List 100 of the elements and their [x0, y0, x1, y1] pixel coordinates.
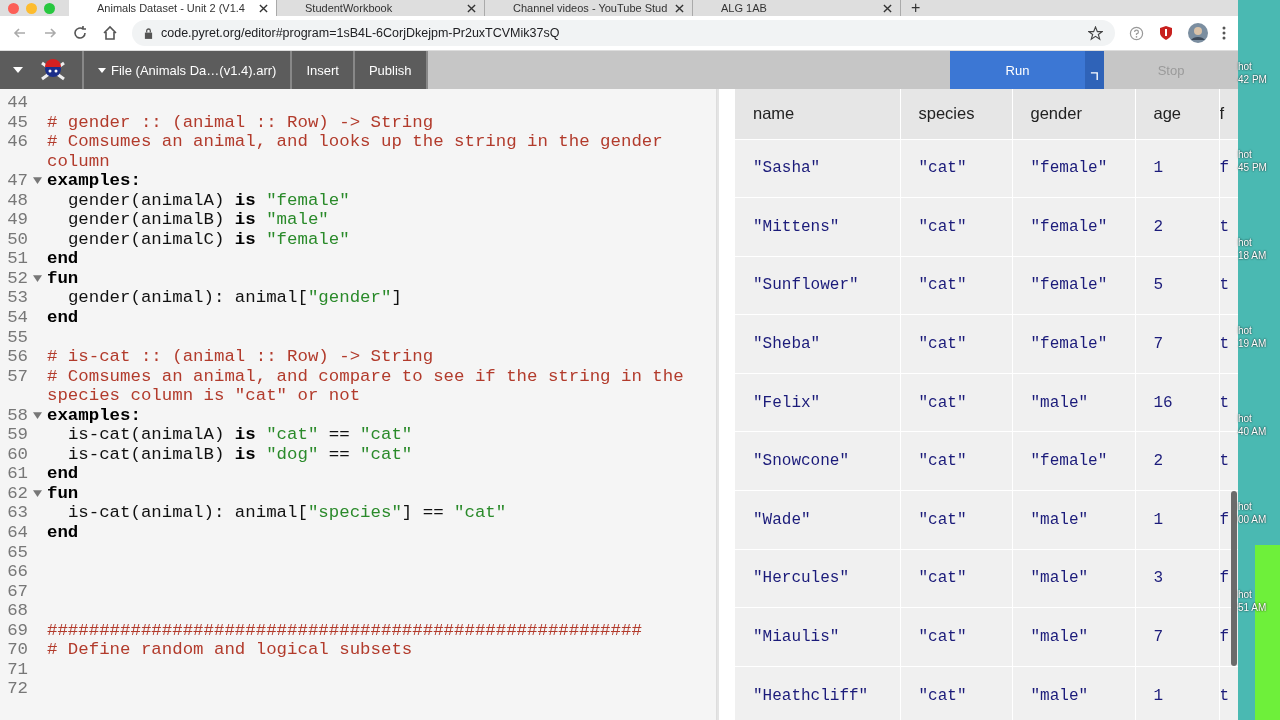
scrollbar-thumb[interactable] [1231, 491, 1237, 666]
avatar-icon[interactable] [1188, 23, 1208, 43]
table-cell: "male" [1012, 607, 1135, 667]
line-number: 63 [6, 503, 28, 524]
caret-icon [13, 67, 23, 73]
column-header[interactable]: species [900, 89, 1012, 139]
reload-icon[interactable] [72, 25, 88, 41]
browser-tab[interactable]: Channel videos - YouTube Stud [485, 0, 693, 16]
run-button[interactable]: Run [950, 51, 1085, 89]
publish-button[interactable]: Publish [354, 51, 428, 89]
new-tab-button[interactable]: + [901, 1, 931, 15]
table-cell: 7 [1135, 607, 1219, 667]
fold-arrow-icon[interactable] [33, 274, 42, 282]
table-cell: "Heathcliff" [735, 666, 900, 720]
desktop-file-label: hot [1238, 60, 1253, 73]
home-icon[interactable] [102, 25, 118, 41]
column-header[interactable]: gender [1012, 89, 1135, 139]
line-number: 71 [6, 659, 28, 680]
star-icon[interactable] [1088, 25, 1103, 41]
line-number: 52 [6, 268, 28, 289]
code-line: # is-cat :: (animal :: Row) -> String [47, 347, 435, 367]
code-line: # Comsumes an animal, and looks up the string in the gender column [47, 132, 664, 172]
line-number: 65 [6, 542, 28, 563]
code-line: is-cat(animalB) is "dog" == "cat" [66, 444, 414, 465]
table-cell: "cat" [900, 607, 1012, 667]
fold-arrow-icon[interactable] [33, 411, 42, 419]
close-window-icon[interactable] [8, 2, 19, 14]
line-number: 55 [6, 327, 28, 348]
table-cell: "female" [1012, 197, 1135, 257]
code-line: fun [47, 268, 80, 289]
line-number: 68 [6, 601, 28, 621]
table-cell: "Felix" [735, 373, 900, 432]
line-number: 59 [6, 425, 28, 445]
line-number: 47 [6, 171, 28, 191]
desktop-file-label: hot [1238, 500, 1253, 513]
line-number: 48 [6, 190, 28, 211]
fold-arrow-icon[interactable] [33, 489, 42, 497]
code-line: # Define random and logical subsets [47, 640, 414, 660]
line-number: 49 [6, 210, 28, 230]
shield-icon[interactable] [1158, 25, 1174, 41]
column-header[interactable]: name [735, 89, 900, 139]
pirate-logo[interactable] [38, 51, 84, 89]
menu-icon[interactable] [1222, 25, 1226, 41]
code-line: is-cat(animalA) is "cat" == "cat" [66, 425, 414, 445]
desktop-file-label: hot [1238, 236, 1253, 249]
code-line: end [47, 308, 80, 328]
code-line: gender(animalC) is "female" [66, 229, 351, 250]
desktop-file-label: hot [1238, 412, 1253, 425]
run-options-button[interactable] [1085, 51, 1104, 89]
table-cell: 2 [1135, 431, 1219, 491]
line-number: 72 [6, 679, 28, 699]
line-number: 57 [6, 366, 28, 387]
table-cell: 7 [1135, 314, 1219, 374]
table-cell: 3 [1135, 549, 1219, 608]
line-number: 54 [6, 308, 28, 328]
help-icon[interactable] [1129, 25, 1144, 41]
desktop-file-label: hot [1238, 324, 1253, 337]
lock-icon [144, 27, 153, 39]
browser-tab[interactable]: Animals Dataset - Unit 2 (V1.4 [69, 0, 277, 16]
table-cell: "cat" [900, 431, 1012, 491]
line-number: 69 [6, 620, 28, 641]
table-cell: t [1219, 373, 1238, 432]
table-cell: "Wade" [735, 490, 900, 550]
browser-tab[interactable]: StudentWorkbook [277, 0, 485, 16]
menu-button[interactable] [0, 51, 38, 89]
code-line: end [47, 464, 80, 484]
table-cell: 1 [1135, 666, 1219, 720]
table-cell: "Hercules" [735, 549, 900, 608]
line-number: 62 [6, 483, 28, 504]
table-cell: "cat" [900, 666, 1012, 720]
table-cell: "male" [1012, 549, 1135, 608]
code-line: end [47, 523, 80, 543]
table-cell: 1 [1135, 490, 1219, 550]
fold-arrow-icon[interactable] [33, 177, 42, 185]
code-line: examples: [47, 171, 142, 191]
table-cell: "cat" [900, 314, 1012, 374]
table-cell: "female" [1012, 256, 1135, 315]
line-number: 56 [6, 347, 28, 367]
close-icon[interactable] [675, 3, 684, 13]
line-number: 53 [6, 288, 28, 308]
insert-button[interactable]: Insert [292, 51, 355, 89]
line-number: 51 [6, 249, 28, 269]
code-line: gender(animalB) is "male" [66, 210, 330, 230]
table-cell: "cat" [900, 139, 1012, 198]
table-cell: "cat" [900, 549, 1012, 608]
table-cell: 16 [1135, 373, 1219, 432]
table-cell: "cat" [900, 256, 1012, 315]
close-icon[interactable] [467, 3, 476, 13]
line-number: 61 [6, 464, 28, 484]
close-icon[interactable] [259, 3, 268, 13]
line-number: 66 [6, 562, 28, 582]
file-menu-button[interactable]: File (Animals Da…(v1.4).arr) [84, 51, 293, 89]
column-header[interactable]: age [1135, 89, 1219, 139]
caret-icon [98, 67, 106, 73]
address-field[interactable]: code.pyret.org/editor#program=1sB4L-6CorjDkejpm-Pr2uxTCVMik37sQ [132, 20, 1115, 46]
code-line: gender(animalA) is "female" [66, 190, 351, 211]
table-cell: "male" [1012, 373, 1135, 432]
browser-tab[interactable]: ALG 1AB [693, 0, 901, 16]
close-icon[interactable] [883, 3, 892, 13]
desktop-file-label: hot [1238, 148, 1253, 161]
